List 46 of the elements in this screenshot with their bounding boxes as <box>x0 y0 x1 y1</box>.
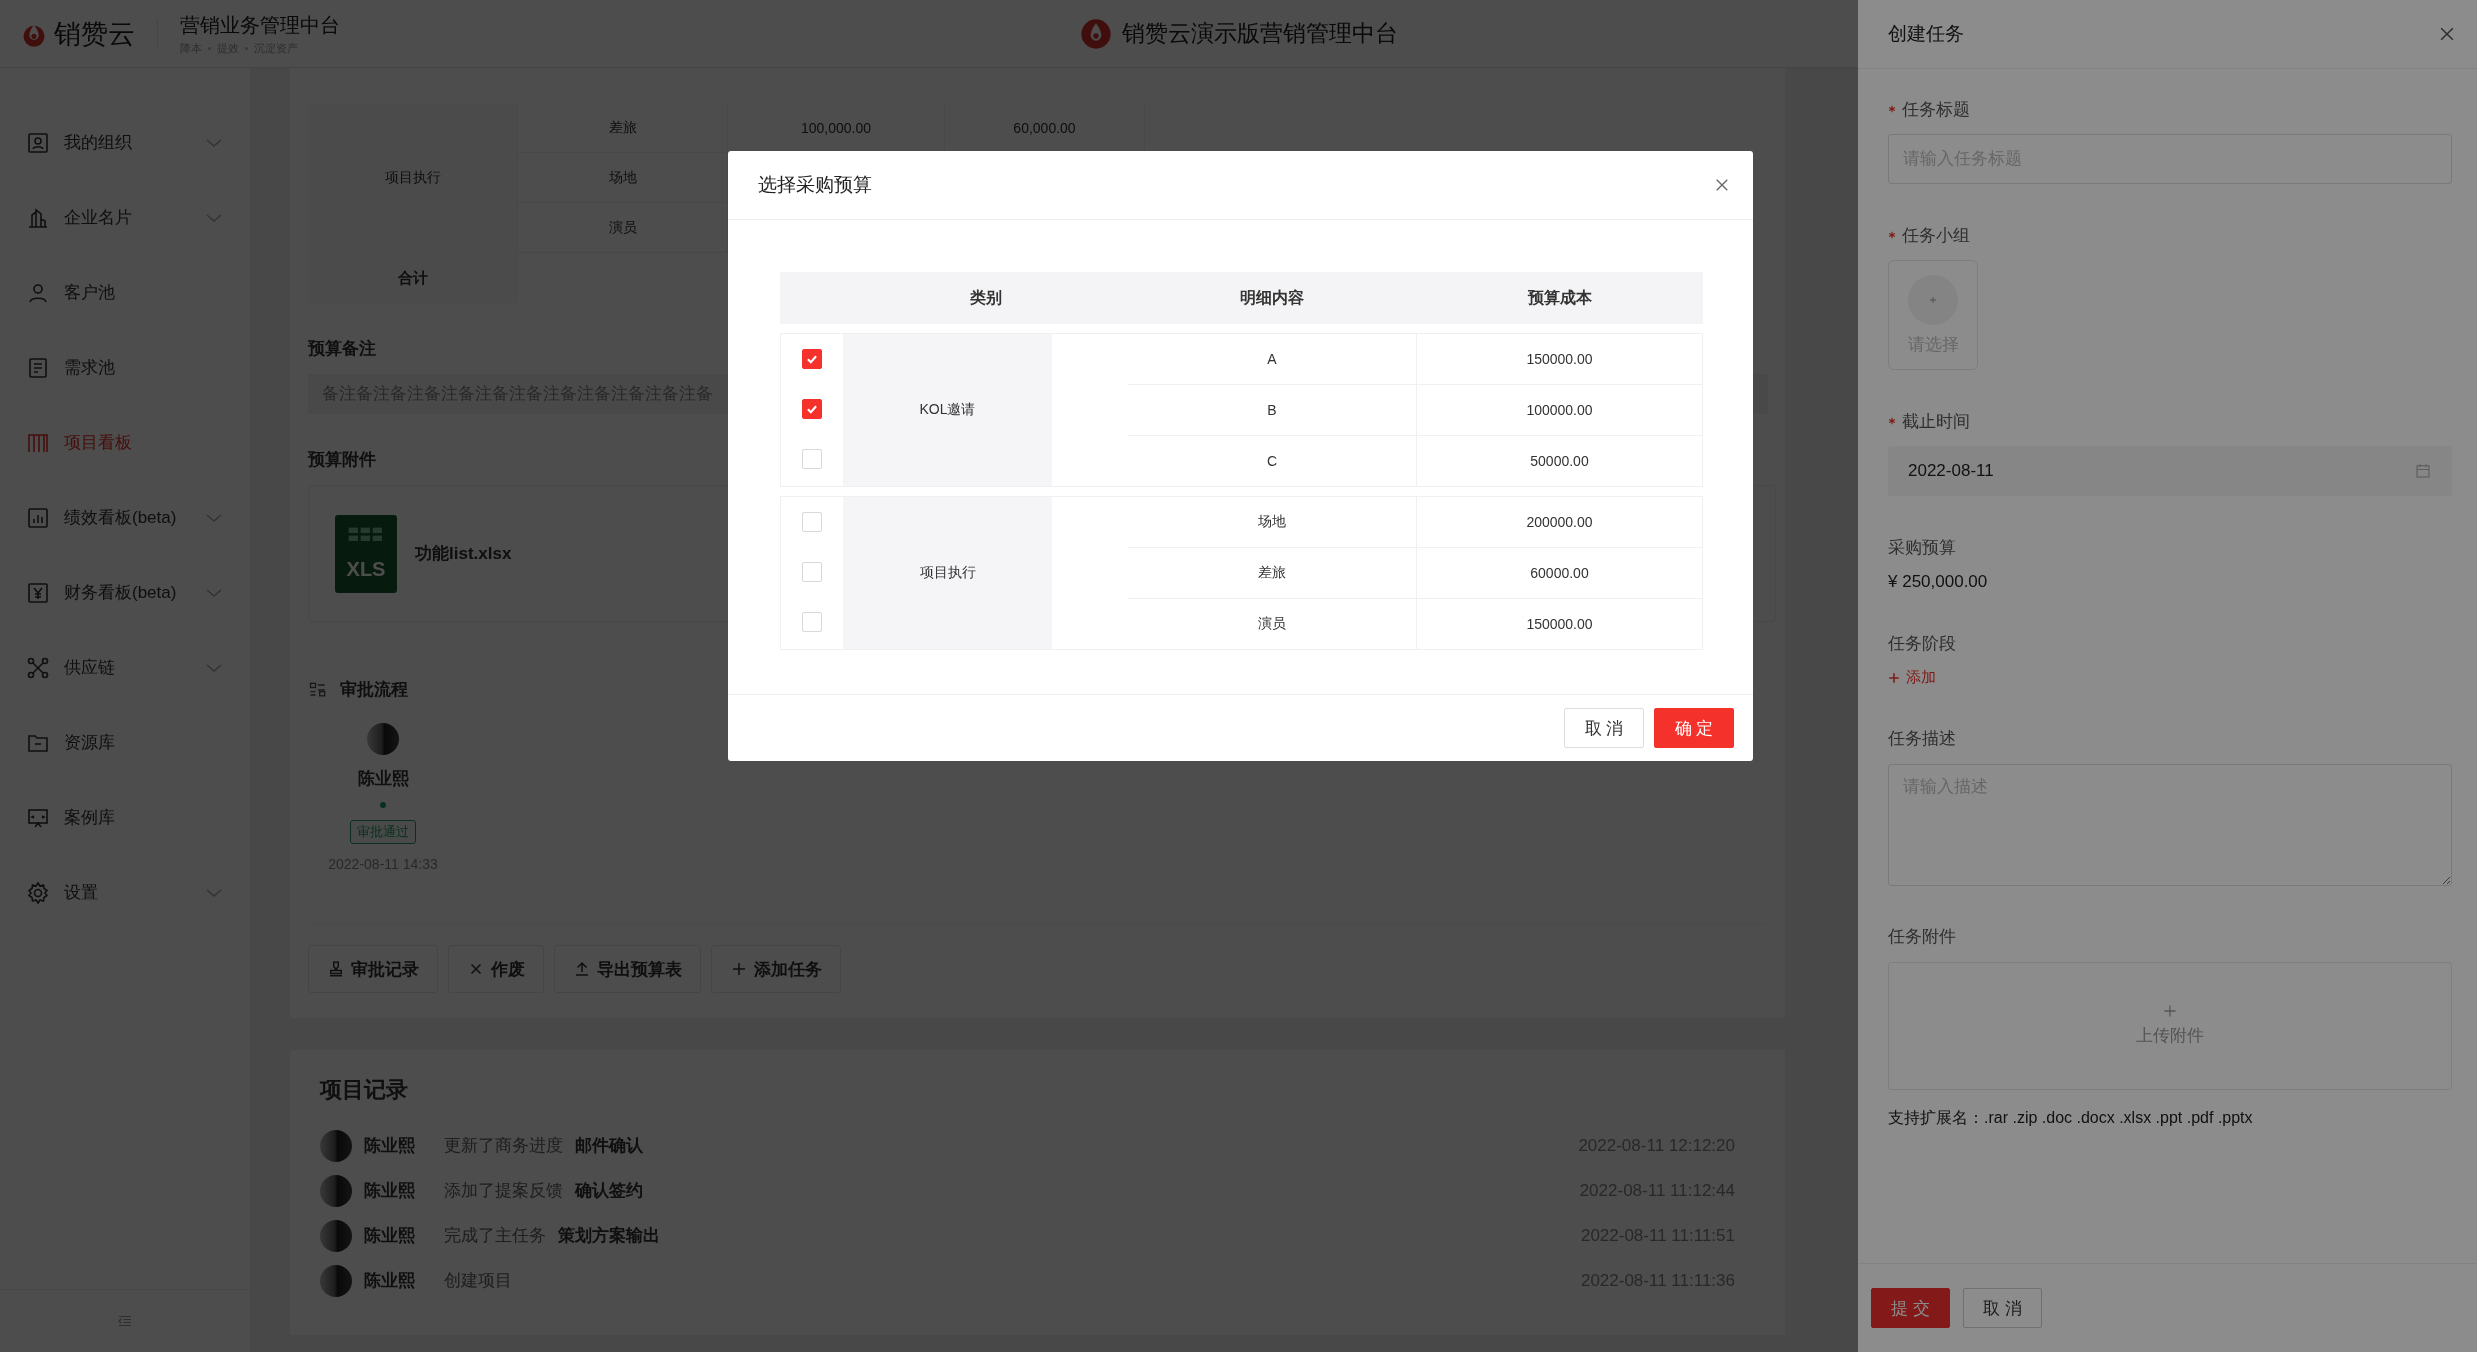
table-cell: 差旅 <box>518 103 728 153</box>
table-cell: 150000.00 <box>1416 599 1702 649</box>
category-cell: KOL邀请 <box>843 334 1052 486</box>
center-title: 销赞云演示版营销管理中台 <box>1121 19 1398 48</box>
section-title: 审批流程 <box>340 679 408 701</box>
field-label: 任务描述 <box>1888 728 1956 750</box>
field-label: 任务阶段 <box>1888 632 1956 655</box>
column-header: 类别 <box>968 287 1003 308</box>
table-cell: 200000.00 <box>1416 497 1702 547</box>
table-cell: 50000.00 <box>1416 436 1702 486</box>
record-user: 陈业熙 <box>364 1180 416 1202</box>
field-label: 截止时间 <box>1902 410 1970 433</box>
section-title: 预算备注 <box>308 338 376 360</box>
section-title: 项目记录 <box>320 1076 409 1104</box>
file-name: 功能list.xlsx <box>415 543 512 565</box>
table-cell-text: A <box>1266 350 1278 369</box>
spreadsheet-icon: XLS <box>335 514 397 593</box>
record-target: 邮件确认 <box>575 1135 643 1157</box>
table-cell: 100000.00 <box>1416 385 1702 435</box>
category-cell: 项目执行 <box>843 497 1052 649</box>
table-cell-text: 场地 <box>1257 512 1287 531</box>
record-user: 陈业熙 <box>364 1225 416 1247</box>
field-label: 任务附件 <box>1888 926 1956 948</box>
drawer-title: 创建任务 <box>1888 22 1964 46</box>
field-label: 任务标题 <box>1902 98 1970 121</box>
table-cell-text: C <box>1265 452 1279 471</box>
approver-name: 陈业熙 <box>357 768 409 790</box>
table-cell: 150000.00 <box>1416 334 1702 384</box>
app-title: 营销业务管理中台 <box>180 12 340 38</box>
field-value: ¥ 250,000.00 <box>1888 572 1988 592</box>
record-target: 确认签约 <box>575 1180 643 1202</box>
table-cell: 60000.00 <box>1416 548 1702 598</box>
status-tag: 审批通过 <box>350 820 416 844</box>
record-user: 陈业熙 <box>364 1135 416 1157</box>
column-header: 预算成本 <box>1526 287 1593 308</box>
section-title: 预算附件 <box>308 449 376 471</box>
table-cell-text: 差旅 <box>1257 563 1287 582</box>
field-label: 任务小组 <box>1902 224 1970 247</box>
record-user: 陈业熙 <box>364 1270 416 1292</box>
record-target: 策划方案输出 <box>558 1225 660 1247</box>
upload-hint: 支持扩展名：.rar .zip .doc .docx .xlsx .ppt .pdf .pptx <box>1888 1107 2253 1128</box>
brand-name: 销赞云 <box>54 17 135 51</box>
table-cell-text: 演员 <box>1257 614 1287 633</box>
field-label: 采购预算 <box>1888 536 1956 559</box>
modal-title: 选择采购预算 <box>758 173 872 197</box>
column-header: 明细内容 <box>1239 287 1305 308</box>
